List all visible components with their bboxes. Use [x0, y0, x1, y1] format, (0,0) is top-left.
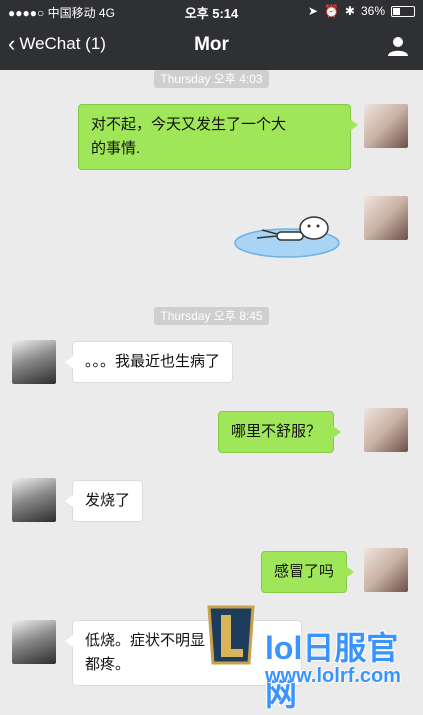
person-icon[interactable] [387, 35, 409, 57]
message-bubble-received[interactable]: 发烧了 [64, 480, 144, 522]
avatar-self[interactable] [364, 408, 408, 452]
sticker-image[interactable] [232, 208, 347, 268]
avatar-contact[interactable] [12, 620, 56, 664]
avatar-contact[interactable] [12, 340, 56, 384]
alarm-icon: ⏰ [323, 4, 339, 18]
chat-title: Mor [194, 34, 229, 55]
status-right: ➤ ⏰ ✱ 36% [308, 4, 415, 18]
avatar-self[interactable] [364, 196, 408, 240]
watermark: lol日服官网 www.lolrf.com [205, 605, 423, 712]
message-bubble-sent[interactable]: 哪里不舒服？ [218, 411, 342, 453]
message-bubble-sent[interactable]: 对不起，今天又发生了一个大 的事情. [78, 104, 358, 170]
lol-logo-icon [207, 605, 255, 665]
message-bubble-sent[interactable]: 感冒了吗 [261, 551, 355, 593]
timestamp: Thursday 오후 8:45 [0, 307, 423, 325]
timestamp: Thursday 오후 4:03 [0, 70, 423, 88]
message-bubble-received[interactable]: 。。。我最近也生病了 [64, 341, 234, 383]
battery-icon [391, 5, 415, 17]
status-bar: ●●●●○ 中国移动 4G 오후 5:14 ➤ ⏰ ✱ 36% [0, 0, 423, 22]
location-icon: ➤ [307, 4, 318, 18]
avatar-contact[interactable] [12, 478, 56, 522]
nav-bar: ‹ WeChat (1) Mor [0, 22, 423, 70]
watermark-url: www.lolrf.com [265, 665, 401, 687]
message-line: 的事情. [91, 140, 141, 157]
battery-percent: 36% [360, 4, 385, 18]
avatar-self[interactable] [364, 548, 408, 592]
message-line: 对不起，今天又发生了一个大 [91, 116, 287, 133]
bluetooth-icon: ✱ [344, 4, 355, 18]
avatar-self[interactable] [364, 104, 408, 148]
